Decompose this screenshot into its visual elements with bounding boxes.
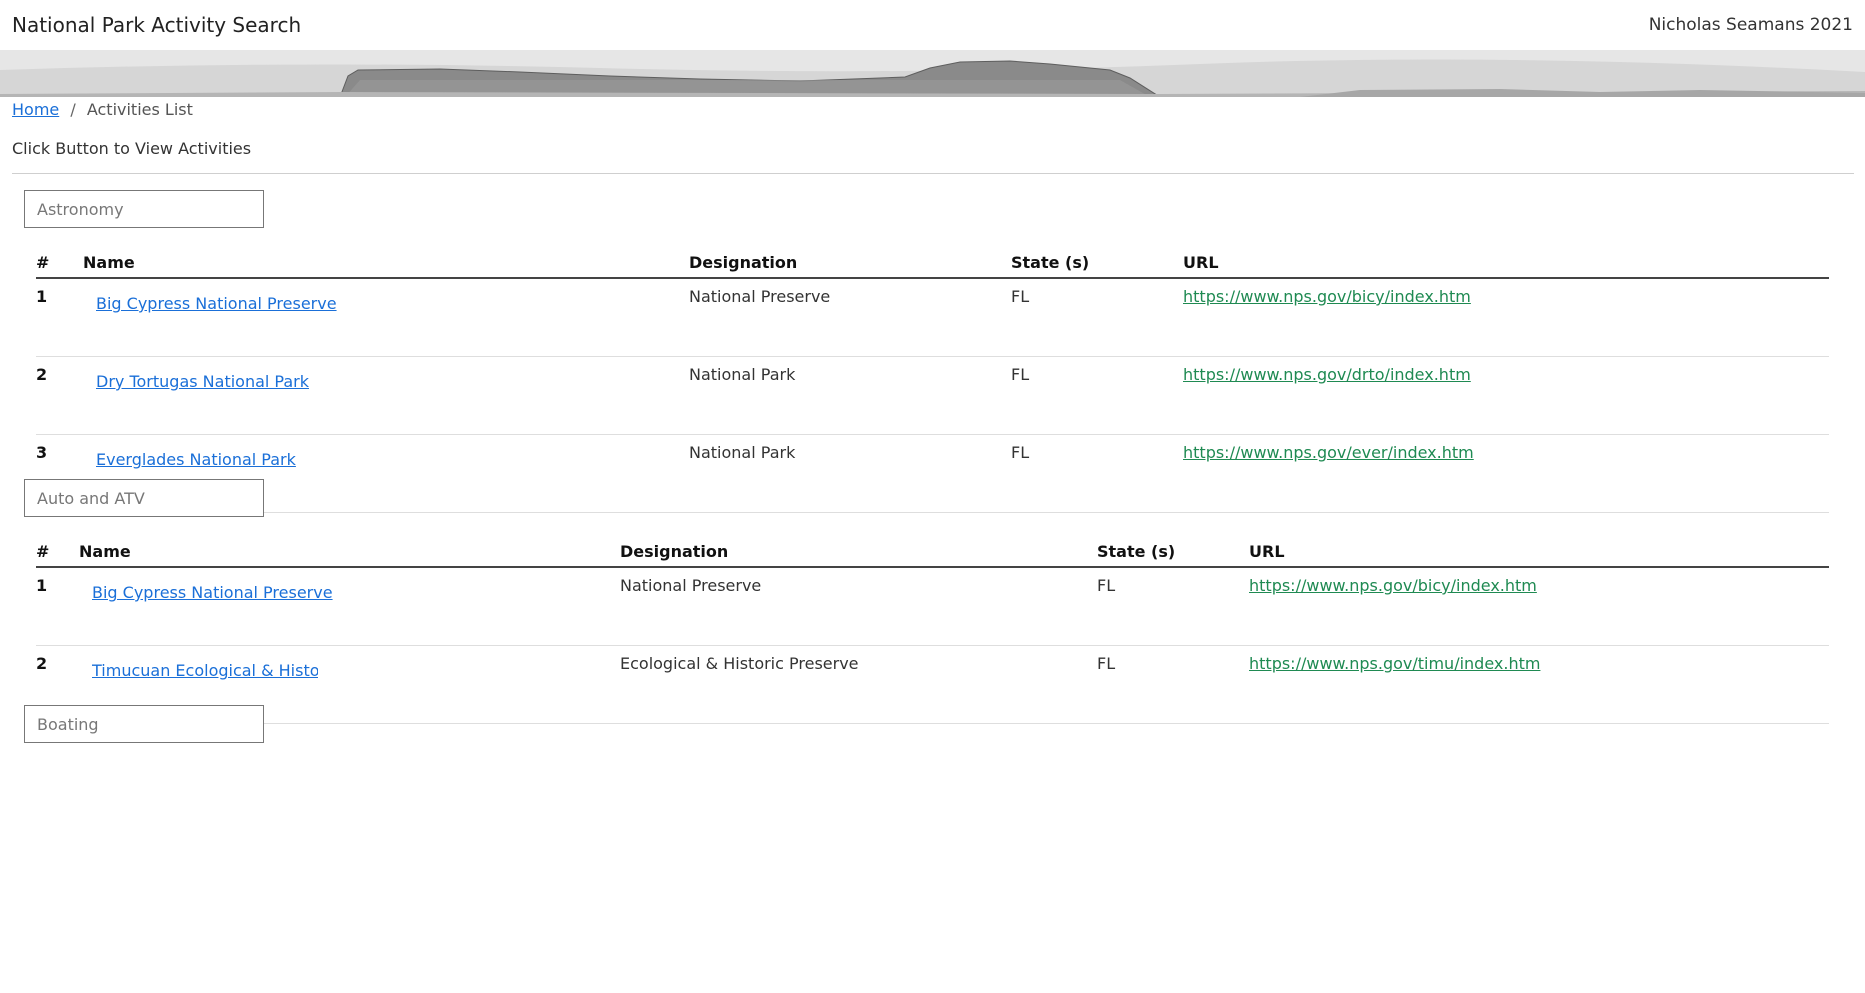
top-bar: National Park Activity Search Nicholas S… xyxy=(0,0,1865,50)
park-state: FL xyxy=(1097,645,1249,724)
col-header-num: # xyxy=(36,533,79,568)
table-header-row: # Name Designation State (s) URL xyxy=(36,533,1829,568)
breadcrumb-current: Activities List xyxy=(86,100,193,119)
table-header-row: # Name Designation State (s) URL xyxy=(36,244,1829,279)
col-header-name: Name xyxy=(79,533,620,568)
author-credit: Nicholas Seamans 2021 xyxy=(1648,15,1853,35)
park-state: FL xyxy=(1011,278,1183,357)
table-row: 1 Big Cypress National Preserve National… xyxy=(36,278,1829,357)
landscape-banner xyxy=(0,50,1865,97)
breadcrumb: Home / Activities List xyxy=(12,100,193,119)
row-number: 1 xyxy=(36,567,79,646)
park-designation: Ecological & Historic Preserve xyxy=(620,645,1097,724)
park-name-link[interactable]: Big Cypress National Preserve xyxy=(92,583,333,602)
col-header-designation: Designation xyxy=(689,244,1011,279)
divider xyxy=(12,173,1854,174)
table-row: 2 Timucuan Ecological & Historic Preserv… xyxy=(36,645,1829,724)
row-number: 2 xyxy=(36,356,83,435)
table-row: 3 Everglades National Park National Park… xyxy=(36,434,1829,513)
results-table-auto-atv: # Name Designation State (s) URL 1 Big C… xyxy=(36,533,1829,724)
park-state: FL xyxy=(1011,356,1183,435)
activity-button-boating[interactable]: Boating xyxy=(24,705,264,743)
park-designation: National Preserve xyxy=(620,567,1097,646)
col-header-state: State (s) xyxy=(1011,244,1183,279)
park-name-link[interactable]: Everglades National Park xyxy=(96,450,296,469)
breadcrumb-separator: / xyxy=(70,100,76,119)
park-url-link[interactable]: https://www.nps.gov/ever/index.htm xyxy=(1183,443,1474,462)
park-state: FL xyxy=(1011,434,1183,513)
park-designation: National Park xyxy=(689,356,1011,435)
park-state: FL xyxy=(1097,567,1249,646)
breadcrumb-home-link[interactable]: Home xyxy=(12,100,59,119)
park-name-link[interactable]: Big Cypress National Preserve xyxy=(96,294,337,313)
results-table-astronomy: # Name Designation State (s) URL 1 Big C… xyxy=(36,244,1829,513)
activity-button-auto-atv[interactable]: Auto and ATV xyxy=(24,479,264,517)
col-header-num: # xyxy=(36,244,83,279)
park-url-link[interactable]: https://www.nps.gov/bicy/index.htm xyxy=(1249,576,1537,595)
col-header-designation: Designation xyxy=(620,533,1097,568)
col-header-url: URL xyxy=(1249,533,1829,568)
app-title: National Park Activity Search xyxy=(12,13,302,37)
park-url-link[interactable]: https://www.nps.gov/timu/index.htm xyxy=(1249,654,1540,673)
col-header-url: URL xyxy=(1183,244,1829,279)
col-header-name: Name xyxy=(83,244,689,279)
table-row: 1 Big Cypress National Preserve National… xyxy=(36,567,1829,646)
instructions-text: Click Button to View Activities xyxy=(12,139,252,158)
row-number: 1 xyxy=(36,278,83,357)
park-designation: National Park xyxy=(689,434,1011,513)
col-header-state: State (s) xyxy=(1097,533,1249,568)
park-url-link[interactable]: https://www.nps.gov/bicy/index.htm xyxy=(1183,287,1471,306)
park-designation: National Preserve xyxy=(689,278,1011,357)
park-name-link[interactable]: Timucuan Ecological & Historic Preserve xyxy=(92,661,318,680)
mesa-landscape-image xyxy=(0,50,1865,97)
table-row: 2 Dry Tortugas National Park National Pa… xyxy=(36,356,1829,435)
park-url-link[interactable]: https://www.nps.gov/drto/index.htm xyxy=(1183,365,1471,384)
activity-button-astronomy[interactable]: Astronomy xyxy=(24,190,264,228)
park-name-link[interactable]: Dry Tortugas National Park xyxy=(96,372,309,391)
